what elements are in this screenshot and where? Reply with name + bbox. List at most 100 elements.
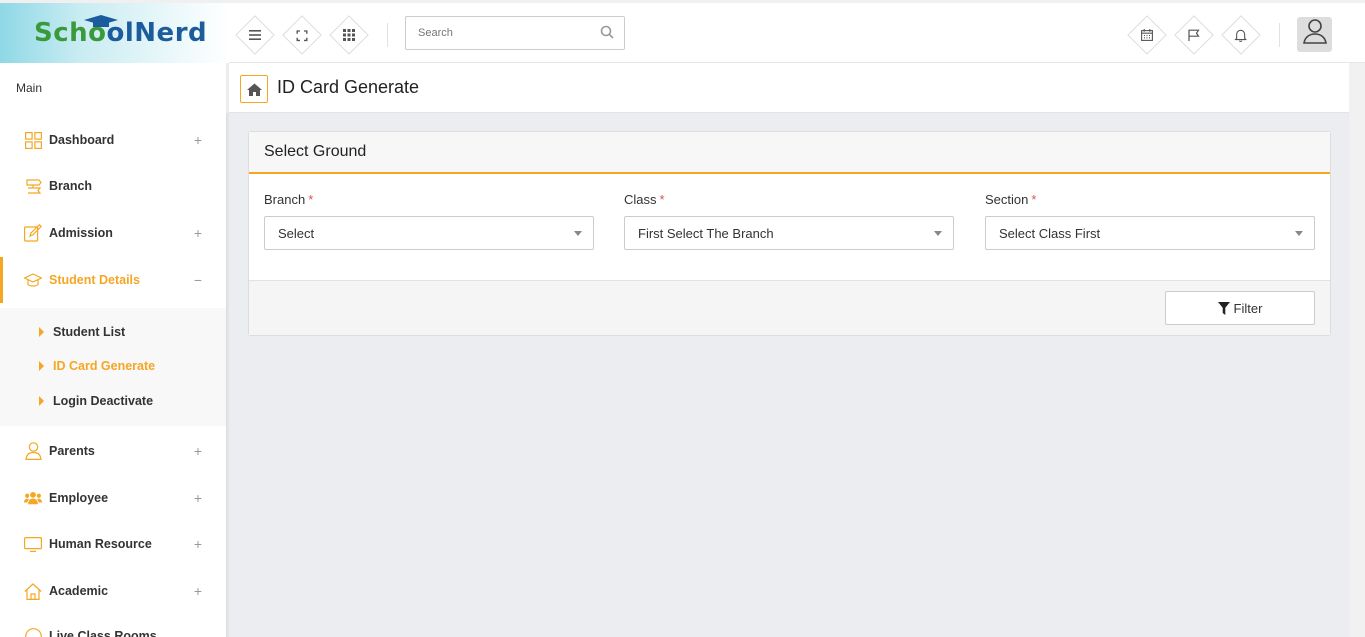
vertical-scrollbar[interactable] xyxy=(1349,63,1365,637)
field-label: Section * xyxy=(985,192,1315,214)
page-title: ID Card Generate xyxy=(277,77,420,97)
card-title: Select Ground xyxy=(264,143,367,160)
class-field: Class * First Select The Branch xyxy=(624,192,954,250)
search-icon[interactable] xyxy=(600,25,614,39)
branch-label: Branch xyxy=(264,192,306,207)
monitor-icon xyxy=(24,535,42,553)
search-input[interactable] xyxy=(406,17,586,49)
sidebar-item-admission[interactable]: Admission + xyxy=(0,210,226,256)
submenu-item-label: Login Deactivate xyxy=(53,394,154,408)
sidebar-item-label: Parents xyxy=(49,444,95,458)
required-marker: * xyxy=(1031,192,1037,207)
sidebar-item-label: Academic xyxy=(49,584,109,598)
chevron-down-icon xyxy=(1295,231,1303,236)
sidebar-item-branch[interactable]: Branch xyxy=(0,163,226,209)
sidebar-heading: Main xyxy=(16,81,43,95)
select-ground-card: Select Ground Branch * Select Class * Firs… xyxy=(248,131,1331,336)
home-button[interactable] xyxy=(240,75,268,103)
graduation-cap-logo-icon xyxy=(84,15,118,27)
branch-field: Branch * Select xyxy=(264,192,594,250)
divider xyxy=(1279,23,1280,47)
menu-icon xyxy=(249,30,261,40)
user-avatar[interactable] xyxy=(1297,17,1332,52)
expand-icon: + xyxy=(193,225,202,241)
parent-icon xyxy=(24,442,42,460)
calendar-button[interactable] xyxy=(1127,15,1167,55)
page-header: ID Card Generate xyxy=(229,63,1349,113)
expand-icon: + xyxy=(193,490,202,506)
chevron-down-icon xyxy=(934,231,942,236)
submenu-item-id-card-generate[interactable]: ID Card Generate xyxy=(39,359,155,373)
submenu-item-label: ID Card Generate xyxy=(53,359,156,373)
sidebar-item-label: Employee xyxy=(49,491,109,505)
branch-icon xyxy=(24,177,42,195)
divider xyxy=(387,23,388,47)
grid-icon xyxy=(343,29,355,41)
fullscreen-button[interactable] xyxy=(282,15,322,55)
clock-icon xyxy=(24,627,42,637)
caret-right-icon xyxy=(39,361,44,371)
expand-icon: + xyxy=(193,132,202,148)
submenu-item-login-deactivate[interactable]: Login Deactivate xyxy=(39,394,153,408)
brand-name: SchoolNerd xyxy=(34,18,208,48)
graduation-cap-icon xyxy=(24,271,42,289)
sidebar-item-live-class-rooms[interactable]: Live Class Rooms xyxy=(0,613,226,637)
notifications-button[interactable] xyxy=(1221,15,1261,55)
sidebar: Main Dashboard + Branch Admission + Stud… xyxy=(0,63,226,637)
sidebar-item-human-resource[interactable]: Human Resource + xyxy=(0,521,226,567)
sidebar-item-academic[interactable]: Academic + xyxy=(0,568,226,614)
submenu-item-student-list[interactable]: Student List xyxy=(39,325,125,339)
sidebar-item-parents[interactable]: Parents + xyxy=(0,428,226,474)
sidebar-item-label: Dashboard xyxy=(49,133,115,147)
card-footer: Filter xyxy=(249,280,1330,335)
menu-toggle-button[interactable] xyxy=(235,15,275,55)
sidebar-item-label: Admission xyxy=(49,226,113,240)
flag-button[interactable] xyxy=(1174,15,1214,55)
apps-grid-button[interactable] xyxy=(329,15,369,55)
fullscreen-icon xyxy=(296,29,308,41)
sidebar-item-label: Branch xyxy=(49,179,93,193)
branch-select[interactable]: Select xyxy=(264,216,594,250)
dashboard-icon xyxy=(24,131,42,149)
expand-icon: + xyxy=(193,536,202,552)
chevron-down-icon xyxy=(574,231,582,236)
sidebar-item-label: Student Details xyxy=(49,273,140,287)
class-select[interactable]: First Select The Branch xyxy=(624,216,954,250)
filter-button[interactable]: Filter xyxy=(1165,291,1315,325)
sidebar-item-dashboard[interactable]: Dashboard + xyxy=(0,117,226,163)
search-box[interactable] xyxy=(405,16,625,50)
admission-icon xyxy=(24,224,42,242)
expand-icon: + xyxy=(193,443,202,459)
filter-icon xyxy=(1217,301,1230,315)
user-icon xyxy=(1302,19,1327,44)
top-bar: SchoolNerd xyxy=(0,0,1365,63)
caret-right-icon xyxy=(39,396,44,406)
brand-logo[interactable]: SchoolNerd xyxy=(0,3,229,63)
section-label: Section xyxy=(985,192,1029,207)
field-label: Branch * xyxy=(264,192,594,214)
users-icon xyxy=(24,489,42,507)
collapse-icon: − xyxy=(193,272,202,288)
select-value: Select Class First xyxy=(999,225,1101,241)
flag-icon xyxy=(1188,29,1200,41)
section-select[interactable]: Select Class First xyxy=(985,216,1315,250)
student-details-submenu: Student List ID Card Generate Login Deac… xyxy=(0,308,226,426)
field-label: Class * xyxy=(624,192,954,214)
home-icon xyxy=(246,83,262,96)
bell-icon xyxy=(1235,29,1247,42)
required-marker: * xyxy=(308,192,314,207)
caret-right-icon xyxy=(39,327,44,337)
select-value: Select xyxy=(278,225,315,241)
sidebar-item-student-details[interactable]: Student Details − xyxy=(0,257,226,303)
class-label: Class xyxy=(624,192,657,207)
sidebar-item-label: Live Class Rooms xyxy=(49,629,157,637)
required-marker: * xyxy=(659,192,665,207)
sidebar-item-employee[interactable]: Employee + xyxy=(0,475,226,521)
home-icon xyxy=(24,582,42,600)
sidebar-shadow xyxy=(226,113,230,637)
calendar-icon xyxy=(1141,29,1153,41)
sidebar-item-label: Human Resource xyxy=(49,537,152,551)
expand-icon: + xyxy=(193,583,202,599)
select-value: First Select The Branch xyxy=(638,225,774,241)
card-header: Select Ground xyxy=(249,132,1330,174)
